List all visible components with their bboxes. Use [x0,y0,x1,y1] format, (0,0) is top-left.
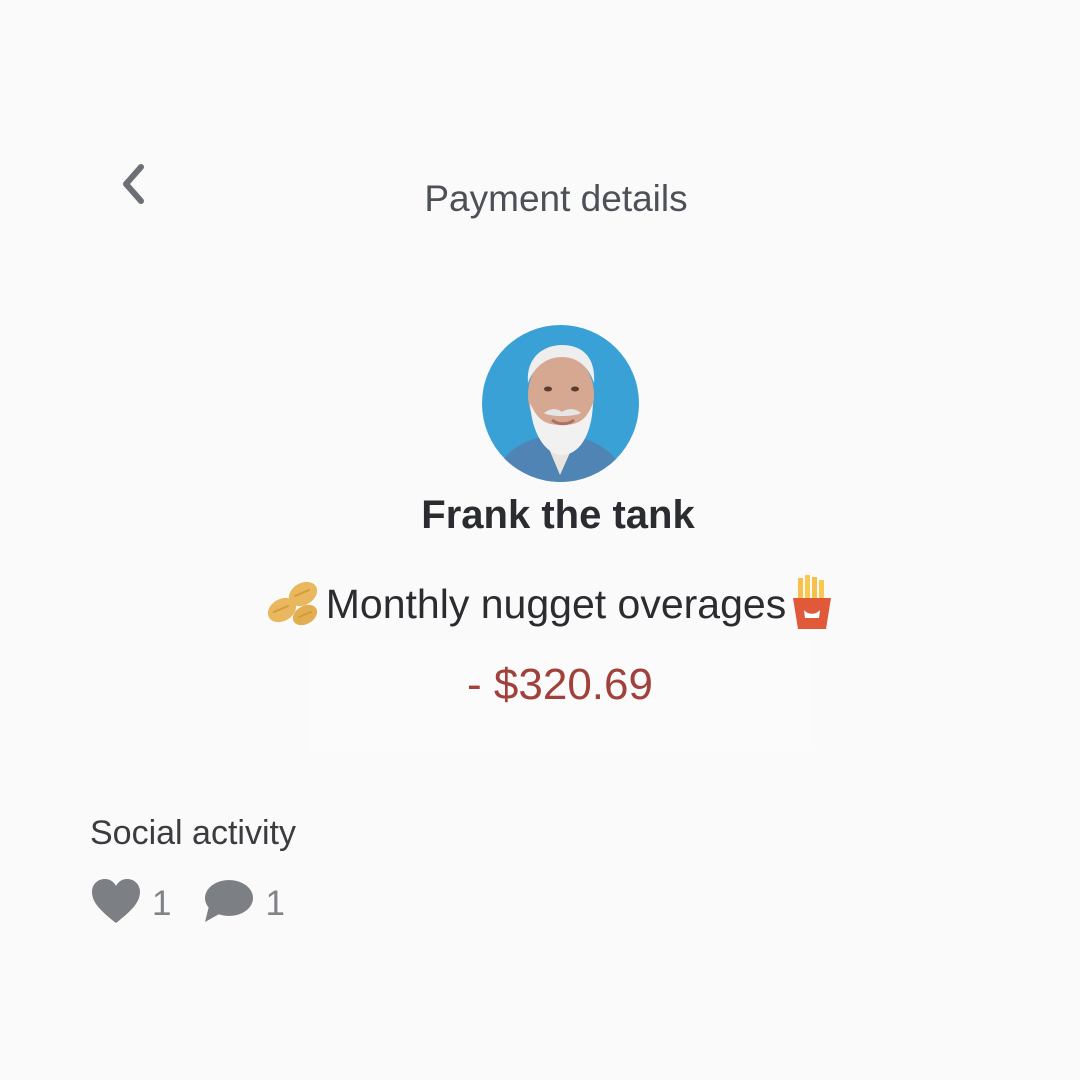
like-button[interactable]: 1 [90,877,171,930]
transaction-memo: Monthly nugget overages [0,574,1080,635]
payment-amount: - $320.69 [467,660,653,709]
social-activity-label: Social activity [90,814,296,852]
comment-button[interactable]: 1 [201,876,285,931]
comments-count: 1 [265,883,285,923]
likes-count: 1 [152,883,172,923]
page-title: Payment details [424,178,688,219]
comment-bubble-icon [201,876,255,931]
memo-text: Monthly nugget overages [325,581,787,627]
social-activity-row: 1 1 [90,876,285,931]
payment-details-screen: Payment details Frank the tank Monthly n… [0,0,1080,1080]
heart-icon [90,877,142,930]
avatar[interactable] [482,325,639,482]
french-fries-icon [790,574,834,635]
peanuts-icon [264,576,322,633]
payee-name: Frank the tank [421,493,695,537]
